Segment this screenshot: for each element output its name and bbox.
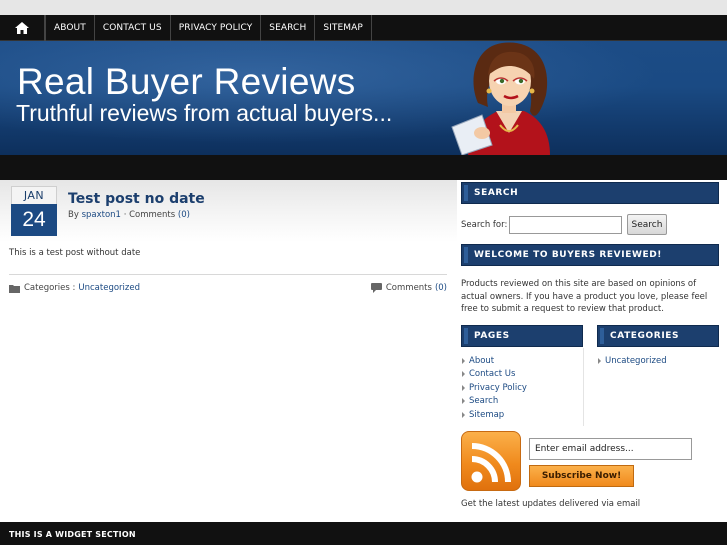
sidebar-column-divider bbox=[583, 348, 584, 426]
post-author-link[interactable]: spaxton1 bbox=[82, 210, 121, 220]
folder-icon bbox=[9, 284, 20, 293]
post-comments-footer: Comments (0) bbox=[370, 283, 447, 293]
nav-about[interactable]: ABOUT bbox=[45, 15, 95, 41]
post-body: This is a test post without date bbox=[9, 248, 141, 258]
page-link-contact-us[interactable]: Contact Us bbox=[462, 368, 527, 382]
welcome-widget-title: WELCOME TO BUYERS REVIEWED! bbox=[461, 244, 719, 266]
page-link-search[interactable]: Search bbox=[462, 395, 527, 409]
arrow-right-icon bbox=[462, 398, 465, 405]
post-categories-label: Categories : bbox=[24, 283, 76, 293]
page-link-label: Privacy Policy bbox=[469, 382, 527, 393]
site-tagline: Truthful reviews from actual buyers... bbox=[16, 100, 393, 126]
post-footer-comments-link[interactable]: (0) bbox=[435, 283, 447, 293]
post-meta-separator: · bbox=[123, 210, 127, 220]
post-date-badge: JAN 24 bbox=[11, 186, 57, 238]
arrow-right-icon bbox=[462, 411, 465, 418]
category-link-uncategorized[interactable]: Uncategorized bbox=[598, 354, 667, 368]
post-category-link[interactable]: Uncategorized bbox=[78, 283, 140, 293]
page-link-label: About bbox=[469, 355, 495, 366]
pages-list: About Contact Us Privacy Policy Search S… bbox=[462, 354, 527, 422]
pages-widget-title: PAGES bbox=[461, 325, 583, 347]
post-title[interactable]: Test post no date bbox=[68, 191, 205, 207]
nav-privacy-policy[interactable]: PRIVACY POLICY bbox=[171, 15, 262, 41]
top-strip bbox=[0, 0, 727, 15]
post-meta: By spaxton1 · Comments (0) bbox=[68, 210, 190, 220]
post-meta-by: By bbox=[68, 210, 79, 220]
post-divider bbox=[9, 274, 447, 275]
category-link-label: Uncategorized bbox=[605, 355, 667, 366]
site-header: Real Buyer Reviews Truthful reviews from… bbox=[0, 41, 727, 155]
subscribe-button[interactable]: Subscribe Now! bbox=[529, 465, 634, 487]
mascot-illustration bbox=[451, 42, 550, 155]
post-date-month: JAN bbox=[11, 186, 57, 204]
post-date-day: 24 bbox=[11, 204, 57, 236]
post-categories: Categories : Uncategorized bbox=[9, 283, 140, 293]
search-button[interactable]: Search bbox=[627, 214, 667, 235]
arrow-right-icon bbox=[462, 384, 465, 391]
welcome-text: Products reviewed on this site are based… bbox=[461, 279, 708, 314]
nav-sitemap[interactable]: SITEMAP bbox=[315, 15, 372, 41]
categories-widget-title: CATEGORIES bbox=[597, 325, 719, 347]
page-link-about[interactable]: About bbox=[462, 354, 527, 368]
footer-widget-title: THIS IS A WIDGET SECTION bbox=[9, 530, 136, 539]
post-meta-comments-label: Comments bbox=[129, 210, 176, 220]
page-link-label: Sitemap bbox=[469, 409, 505, 420]
nav-search[interactable]: SEARCH bbox=[261, 15, 316, 41]
page-link-sitemap[interactable]: Sitemap bbox=[462, 408, 527, 422]
nav-contact-us[interactable]: CONTACT US bbox=[95, 15, 171, 41]
rss-caption: Get the latest updates delivered via ema… bbox=[461, 499, 641, 509]
rss-icon[interactable] bbox=[461, 431, 521, 491]
post-comments-count-link[interactable]: (0) bbox=[178, 210, 190, 220]
home-icon bbox=[15, 22, 29, 34]
email-field[interactable] bbox=[529, 438, 692, 460]
site-title[interactable]: Real Buyer Reviews bbox=[17, 61, 356, 103]
arrow-right-icon bbox=[462, 371, 465, 378]
home-button[interactable] bbox=[0, 15, 45, 41]
header-dark-bar bbox=[0, 155, 727, 180]
comment-bubble-icon bbox=[370, 283, 382, 293]
main-nav: ABOUT CONTACT US PRIVACY POLICY SEARCH S… bbox=[0, 15, 727, 41]
search-label: Search for: bbox=[461, 220, 508, 230]
arrow-right-icon bbox=[598, 357, 601, 364]
page-link-privacy-policy[interactable]: Privacy Policy bbox=[462, 381, 527, 395]
search-widget-title: SEARCH bbox=[461, 182, 719, 204]
arrow-right-icon bbox=[462, 357, 465, 364]
page-link-label: Search bbox=[469, 396, 499, 407]
post-footer-comments-label: Comments bbox=[385, 283, 432, 293]
categories-list: Uncategorized bbox=[598, 354, 667, 368]
page-link-label: Contact Us bbox=[469, 369, 516, 380]
search-input[interactable] bbox=[509, 216, 622, 234]
